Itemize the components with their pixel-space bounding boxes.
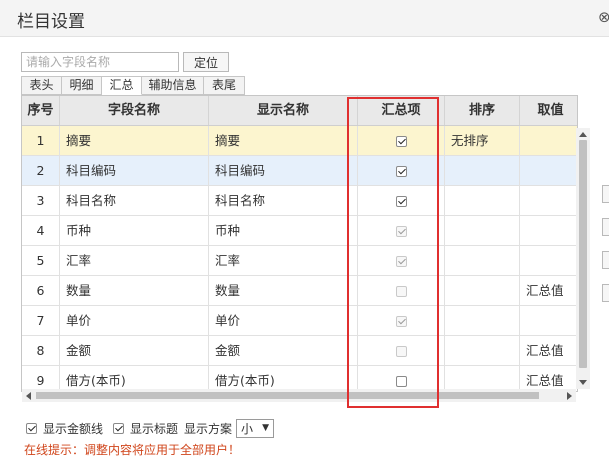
summary-checkbox[interactable] <box>395 196 407 207</box>
header-seq[interactable]: 序号 <box>22 96 60 125</box>
row-sort[interactable] <box>445 306 520 335</box>
dropdown-arrow-icon: ▼ <box>262 423 270 433</box>
row-field-name: 科目编码 <box>60 156 209 185</box>
scheme-select-value: 小 <box>241 421 254 436</box>
table-row[interactable]: 6 数量 数量 汇总值 <box>22 276 577 306</box>
tab-footer[interactable]: 表尾 <box>204 76 245 95</box>
show-amount-line-checkbox[interactable] <box>26 422 37 434</box>
header-sort[interactable]: 排序 <box>445 96 520 125</box>
row-sort[interactable] <box>445 246 520 275</box>
row-field-name: 摘要 <box>60 126 209 155</box>
table-row[interactable]: 4 币种 币种 <box>22 216 577 246</box>
row-seq: 4 <box>22 216 60 245</box>
table-row[interactable]: 5 汇率 汇率 <box>22 246 577 276</box>
row-field-name: 数量 <box>60 276 209 305</box>
row-value[interactable] <box>520 186 577 215</box>
table-row[interactable]: 1 摘要 摘要 无排序 <box>22 126 577 156</box>
scroll-right-icon[interactable] <box>567 392 572 400</box>
row-seq: 3 <box>22 186 60 215</box>
row-display-name[interactable]: 数量 <box>209 276 358 305</box>
row-field-name: 单价 <box>60 306 209 335</box>
row-field-name: 汇率 <box>60 246 209 275</box>
field-search-input[interactable] <box>21 52 179 72</box>
summary-checkbox-disabled <box>395 226 407 237</box>
table-row[interactable]: 7 单价 单价 <box>22 306 577 336</box>
row-sort[interactable] <box>445 336 520 365</box>
table-row[interactable]: 2 科目编码 科目编码 <box>22 156 577 186</box>
vertical-scrollbar[interactable] <box>576 128 590 389</box>
summary-checkbox[interactable] <box>395 136 407 147</box>
scroll-left-icon[interactable] <box>26 392 31 400</box>
summary-checkbox-disabled <box>395 256 407 267</box>
header-summary-item[interactable]: 汇总项 <box>358 96 445 125</box>
side-button[interactable] <box>602 251 609 269</box>
side-button[interactable] <box>602 218 609 236</box>
row-display-name[interactable]: 币种 <box>209 216 358 245</box>
row-value[interactable] <box>520 126 577 155</box>
row-display-name[interactable]: 单价 <box>209 306 358 335</box>
row-display-name[interactable]: 金额 <box>209 336 358 365</box>
row-value[interactable] <box>520 246 577 275</box>
scheme-label: 显示方案 <box>184 421 233 436</box>
side-button[interactable] <box>602 284 609 302</box>
summary-checkbox-disabled <box>395 316 407 327</box>
scroll-down-icon[interactable] <box>579 380 587 385</box>
row-sort[interactable] <box>445 216 520 245</box>
row-value[interactable] <box>520 306 577 335</box>
vertical-scroll-thumb[interactable] <box>579 140 587 368</box>
header-value[interactable]: 取值 <box>520 96 577 125</box>
horizontal-scroll-thumb[interactable] <box>36 392 539 399</box>
row-value[interactable]: 汇总值 <box>520 276 577 305</box>
row-display-name[interactable]: 摘要 <box>209 126 358 155</box>
column-settings-grid: 序号 字段名称 显示名称 汇总项 排序 取值 1 摘要 摘要 无排序 2 科目编… <box>21 95 578 392</box>
close-icon[interactable]: ⊗ <box>598 8 609 26</box>
row-seq: 2 <box>22 156 60 185</box>
online-hint: 在线提示：调整内容将应用于全部用户！ <box>24 443 241 457</box>
summary-checkbox[interactable] <box>395 376 407 387</box>
table-row[interactable]: 3 科目名称 科目名称 <box>22 186 577 216</box>
summary-checkbox-disabled <box>395 346 407 357</box>
table-row[interactable]: 8 金额 金额 汇总值 <box>22 336 577 366</box>
dialog-title-bar: 栏目设置 ⊗ <box>0 0 609 37</box>
row-display-name[interactable]: 汇率 <box>209 246 358 275</box>
scheme-select[interactable]: 小 ▼ <box>236 418 275 438</box>
side-button[interactable] <box>602 185 609 203</box>
show-title-label: 显示标题 <box>130 421 179 436</box>
dialog-title: 栏目设置 <box>17 12 85 32</box>
footer-options: 显示金额线 显示标题 显示方案 小 ▼ <box>26 418 275 438</box>
scroll-up-icon[interactable] <box>579 132 587 137</box>
row-seq: 6 <box>22 276 60 305</box>
header-display-name[interactable]: 显示名称 <box>209 96 358 125</box>
row-value[interactable]: 汇总值 <box>520 336 577 365</box>
tab-aux-info[interactable]: 辅助信息 <box>142 76 204 95</box>
show-title-checkbox[interactable] <box>113 422 125 434</box>
show-amount-line-label: 显示金额线 <box>43 421 104 436</box>
row-value[interactable] <box>520 156 577 185</box>
tab-detail[interactable]: 明细 <box>62 76 102 95</box>
row-sort[interactable] <box>445 276 520 305</box>
row-seq: 7 <box>22 306 60 335</box>
row-seq: 1 <box>22 126 60 155</box>
row-value[interactable] <box>520 216 577 245</box>
locate-button[interactable]: 定位 <box>183 52 229 72</box>
row-field-name: 金额 <box>60 336 209 365</box>
summary-checkbox-disabled <box>395 286 407 297</box>
row-display-name[interactable]: 科目名称 <box>209 186 358 215</box>
grid-header-row: 序号 字段名称 显示名称 汇总项 排序 取值 <box>22 96 577 126</box>
row-seq: 8 <box>22 336 60 365</box>
row-sort[interactable]: 无排序 <box>445 126 520 155</box>
header-field-name[interactable]: 字段名称 <box>60 96 209 125</box>
tab-strip: 表头 明细 汇总 辅助信息 表尾 <box>21 76 245 95</box>
row-display-name[interactable]: 科目编码 <box>209 156 358 185</box>
row-sort[interactable] <box>445 186 520 215</box>
summary-checkbox[interactable] <box>395 166 407 177</box>
row-seq: 5 <box>22 246 60 275</box>
tab-summary[interactable]: 汇总 <box>102 76 142 95</box>
row-sort[interactable] <box>445 156 520 185</box>
row-field-name: 币种 <box>60 216 209 245</box>
row-field-name: 科目名称 <box>60 186 209 215</box>
tab-header[interactable]: 表头 <box>21 76 62 95</box>
horizontal-scrollbar[interactable] <box>22 389 576 402</box>
